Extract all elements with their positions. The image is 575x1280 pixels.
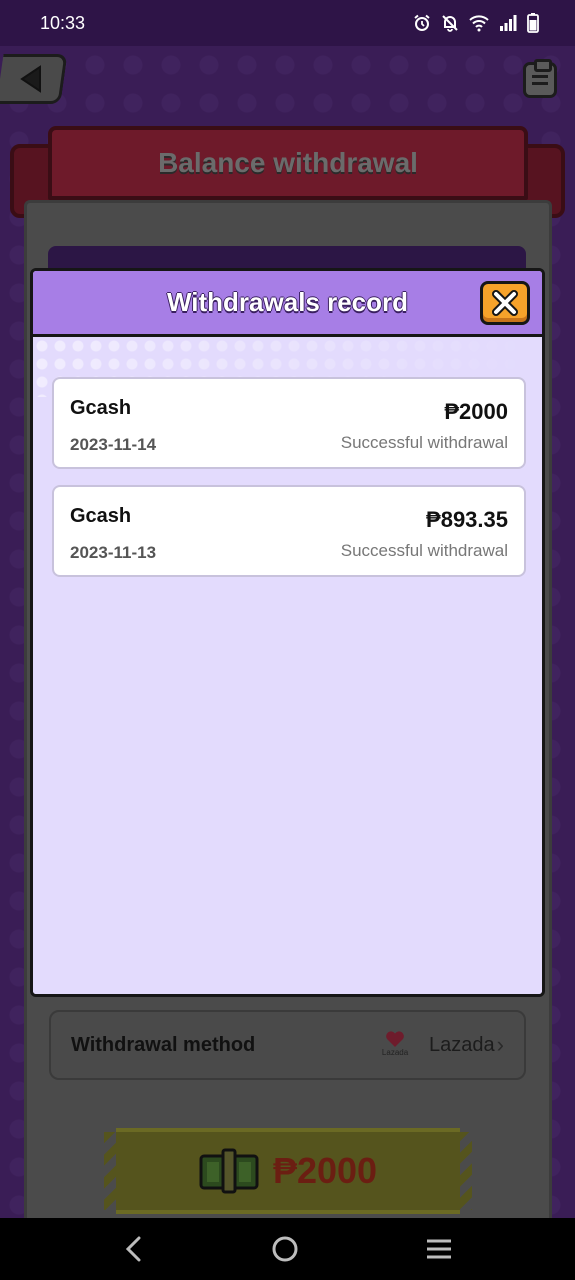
battery-icon <box>527 13 539 33</box>
alarm-icon <box>414 14 430 31</box>
record-status: Successful withdrawal <box>340 433 508 452</box>
status-icons <box>413 13 539 33</box>
modal-title: Withdrawals record <box>166 287 409 317</box>
notifications-off-icon <box>442 15 458 32</box>
home-nav-icon[interactable] <box>270 1234 300 1264</box>
record-date: 2023-11-14 <box>70 435 157 454</box>
status-time: 10:33 <box>40 12 86 33</box>
back-nav-icon[interactable] <box>122 1235 146 1263</box>
wifi-icon <box>469 15 489 32</box>
record-status: Successful withdrawal <box>340 541 508 560</box>
record-card: Gcash 2023-11-13 ₱893.35 Successful with… <box>52 485 526 577</box>
record-date: 2023-11-13 <box>70 543 157 562</box>
close-button[interactable] <box>480 281 530 325</box>
record-amount: ₱2000 <box>444 399 508 424</box>
record-method: Gcash <box>70 397 132 419</box>
record-amount: ₱893.35 <box>426 507 508 532</box>
record-card: Gcash 2023-11-14 ₱2000 Successful withdr… <box>52 377 526 469</box>
close-icon <box>492 290 518 316</box>
records-list[interactable]: Gcash 2023-11-14 ₱2000 Successful withdr… <box>33 337 542 994</box>
record-method: Gcash <box>70 505 132 527</box>
status-bar: 10:33 <box>0 0 575 46</box>
withdrawals-record-modal: Withdrawals record Gcash 2023-11-14 ₱200… <box>30 268 545 997</box>
system-nav-bar <box>0 1218 575 1280</box>
modal-header: Withdrawals record <box>33 271 542 337</box>
signal-icon <box>500 15 517 31</box>
recents-nav-icon[interactable] <box>425 1237 453 1261</box>
